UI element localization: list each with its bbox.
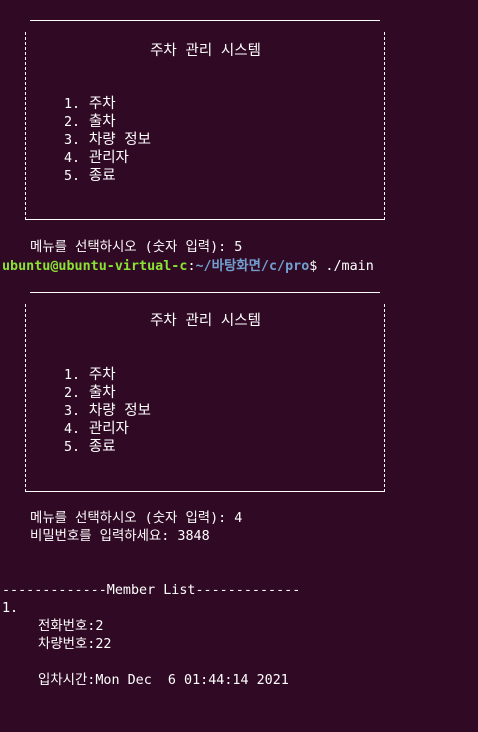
menu-item-label: 주차 [88, 367, 116, 383]
password-prompt-line: 비밀번호를 입력하세요: 3848 [30, 528, 210, 546]
menu-item-number: 4. [64, 151, 81, 166]
menu-prompt-line: 메뉴를 선택하시오 (숫자 입력): 4 [30, 510, 242, 528]
menu-item-number: 5. [64, 169, 81, 184]
prompt-colon: : [187, 259, 196, 274]
menu-prompt-text: 메뉴를 선택하시오 (숫자 입력): [30, 511, 235, 526]
menu-item-exit-parking: 2. 출차 [64, 384, 116, 402]
menu-box: 주차 관리 시스템 1. 주차 2. 출차 3. 차량 정보 4. 관리자 5.… [24, 292, 387, 492]
menu-item-number: 5. [64, 440, 81, 455]
menu-title: 주차 관리 시스템 [150, 43, 261, 59]
car-value: 22 [95, 637, 112, 652]
box-border-top [30, 292, 380, 293]
box-border-left [25, 32, 26, 220]
menu-prompt-text: 메뉴를 선택하시오 (숫자 입력): [30, 240, 235, 255]
prompt-user-host: ubuntu@ubuntu-virtual-c [2, 259, 188, 274]
menu-item-parking: 1. 주차 [64, 95, 116, 113]
menu-item-label: 차량 정보 [88, 403, 151, 419]
shell-command: ./main [325, 259, 374, 274]
password-input-value: 3848 [177, 529, 210, 544]
entry-time-label: 입차시간: [38, 673, 96, 688]
menu-item-exit-parking: 2. 출차 [64, 113, 116, 131]
menu-item-label: 출차 [88, 385, 116, 401]
member-car-line: 차량번호:22 [38, 636, 111, 654]
menu-item-label: 차량 정보 [88, 132, 151, 148]
menu-prompt-line: 메뉴를 선택하시오 (숫자 입력): 5 [30, 239, 242, 257]
box-border-bottom [25, 491, 385, 492]
menu-item-number: 2. [64, 115, 81, 130]
box-border-right [384, 32, 385, 220]
menu-item-label: 관리자 [88, 421, 129, 437]
member-entry-time-line: 입차시간:Mon Dec 6 01:44:14 2021 [38, 672, 289, 690]
password-prompt-text: 비밀번호를 입력하세요: [30, 529, 178, 544]
member-phone-line: 전화번호:2 [38, 618, 103, 636]
menu-item-label: 주차 [88, 96, 116, 112]
car-label: 차량번호: [38, 637, 96, 652]
menu-item-number: 4. [64, 422, 81, 437]
menu-item-parking: 1. 주차 [64, 366, 116, 384]
menu-item-vehicle-info: 3. 차량 정보 [64, 131, 151, 149]
menu-item-quit: 5. 종료 [64, 438, 116, 456]
menu-item-label: 종료 [88, 439, 116, 455]
terminal-window[interactable]: 주차 관리 시스템 1. 주차 2. 출차 3. 차량 정보 4. 관리자 5.… [0, 0, 478, 732]
shell-prompt-line: ubuntu@ubuntu-virtual-c:~/바탕화면/c/pro$ ./… [2, 258, 374, 276]
box-border-right [384, 304, 385, 492]
menu-input-value: 5 [234, 240, 243, 255]
menu-item-vehicle-info: 3. 차량 정보 [64, 402, 151, 420]
menu-title: 주차 관리 시스템 [150, 313, 261, 329]
phone-value: 2 [95, 619, 104, 634]
menu-input-value: 4 [234, 511, 243, 526]
menu-item-label: 출차 [88, 114, 116, 130]
menu-item-number: 3. [64, 133, 81, 148]
menu-item-number: 1. [64, 97, 81, 112]
menu-item-number: 2. [64, 386, 81, 401]
phone-label: 전화번호: [38, 619, 96, 634]
menu-box: 주차 관리 시스템 1. 주차 2. 출차 3. 차량 정보 4. 관리자 5.… [24, 20, 387, 220]
menu-item-admin: 4. 관리자 [64, 149, 129, 167]
menu-item-quit: 5. 종료 [64, 167, 116, 185]
prompt-path: ~/바탕화면/c/pro [195, 259, 310, 274]
box-border-left [25, 304, 26, 492]
menu-item-admin: 4. 관리자 [64, 420, 129, 438]
menu-item-label: 관리자 [88, 150, 129, 166]
member-list-header: -------------Member List------------- [2, 583, 301, 598]
prompt-symbol: $ [309, 259, 326, 274]
box-border-top [30, 20, 380, 21]
menu-item-number: 3. [64, 404, 81, 419]
box-border-bottom [25, 219, 385, 220]
menu-item-label: 종료 [88, 168, 116, 184]
member-index: 1. [2, 601, 19, 616]
menu-item-number: 1. [64, 368, 81, 383]
entry-time-value: Mon Dec 6 01:44:14 2021 [95, 673, 289, 688]
